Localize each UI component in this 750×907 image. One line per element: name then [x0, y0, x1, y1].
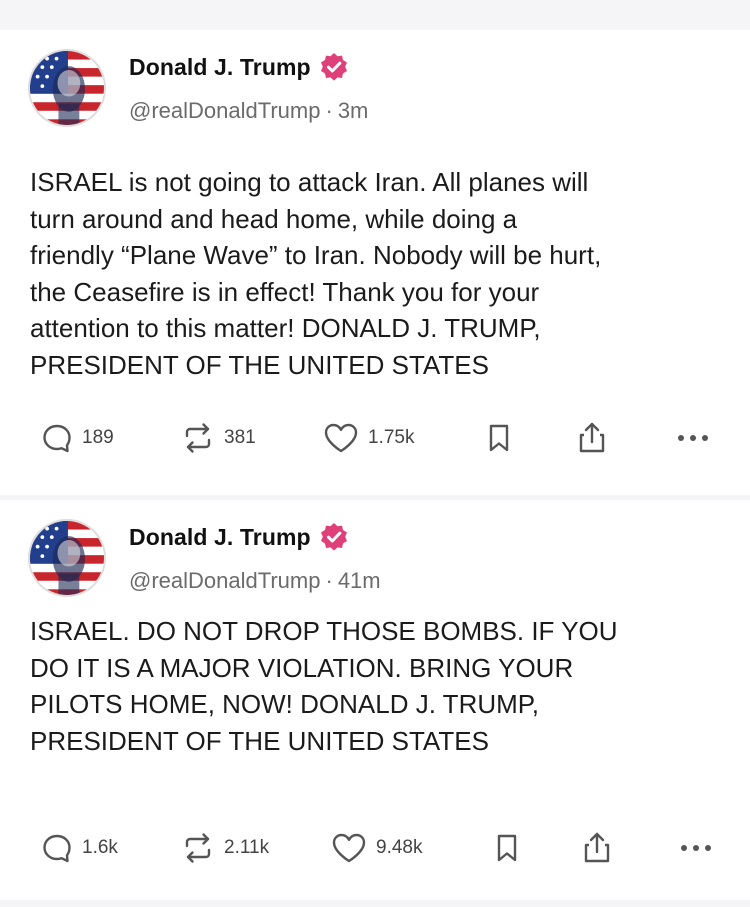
post-time[interactable]: 3m — [338, 98, 369, 123]
reply-icon — [43, 834, 71, 863]
separator-dot: · — [325, 98, 333, 123]
like-count: 1.75k — [368, 427, 415, 448]
retruth-icon — [185, 833, 211, 863]
author-row: Donald J. Trump — [129, 52, 349, 82]
separator-dot: · — [325, 568, 333, 593]
like-button[interactable]: 9.48k — [330, 828, 422, 868]
retruth-button[interactable]: 2.11k — [180, 828, 269, 868]
reply-button[interactable]: 1.6k — [40, 828, 118, 868]
heart-icon — [324, 423, 358, 453]
retruth-count: 381 — [224, 427, 256, 448]
reply-count: 1.6k — [82, 837, 118, 858]
like-button[interactable]: 1.75k — [322, 418, 414, 458]
post-text: ISRAEL. DO NOT DROP THOSE BOMBS. IF YOU … — [30, 616, 618, 756]
feed: Donald J. Trump @realDonaldTrump · 3m ISRA… — [0, 0, 750, 907]
handle-row: @realDonaldTrump · 41m — [129, 568, 381, 594]
retruth-button[interactable]: 381 — [180, 418, 256, 458]
post-time[interactable]: 41m — [338, 568, 381, 593]
more-icon — [681, 845, 711, 851]
share-icon — [579, 422, 605, 453]
verified-badge-icon — [319, 522, 349, 552]
heart-icon — [332, 833, 366, 863]
post-card[interactable]: Donald J. Trump @realDonaldTrump · 41m ISR… — [0, 500, 750, 900]
reply-button[interactable]: 189 — [40, 418, 114, 458]
bookmark-button[interactable] — [492, 828, 522, 868]
more-options-button[interactable] — [676, 828, 716, 868]
more-options-button[interactable] — [673, 418, 713, 458]
like-count: 9.48k — [376, 837, 423, 858]
author-handle[interactable]: @realDonaldTrump — [129, 568, 320, 593]
author-handle[interactable]: @realDonaldTrump — [129, 98, 320, 123]
share-button[interactable] — [575, 418, 609, 458]
author-row: Donald J. Trump — [129, 522, 349, 552]
avatar-flag-portrait-icon — [30, 521, 104, 595]
post-card[interactable]: Donald J. Trump @realDonaldTrump · 3m ISRA… — [0, 30, 750, 495]
share-button[interactable] — [580, 828, 614, 868]
bookmark-icon — [489, 424, 509, 452]
action-bar: 1.6k 2.11k 9.48k — [0, 828, 750, 868]
retruth-icon — [185, 423, 211, 453]
post-text: ISRAEL is not going to attack Iran. All … — [30, 167, 602, 380]
author-name[interactable]: Donald J. Trump — [129, 54, 311, 81]
action-bar: 189 381 1.75k — [0, 418, 750, 458]
share-icon — [584, 832, 610, 863]
avatar[interactable] — [28, 49, 106, 127]
avatar[interactable] — [28, 519, 106, 597]
verified-badge-icon — [319, 52, 349, 82]
handle-row: @realDonaldTrump · 3m — [129, 98, 368, 124]
bookmark-button[interactable] — [484, 418, 514, 458]
more-icon — [678, 435, 708, 441]
bookmark-icon — [497, 834, 517, 862]
avatar-flag-portrait-icon — [30, 51, 104, 125]
reply-icon — [43, 424, 71, 453]
reply-count: 189 — [82, 427, 114, 448]
retruth-count: 2.11k — [224, 837, 270, 858]
author-name[interactable]: Donald J. Trump — [129, 524, 311, 551]
